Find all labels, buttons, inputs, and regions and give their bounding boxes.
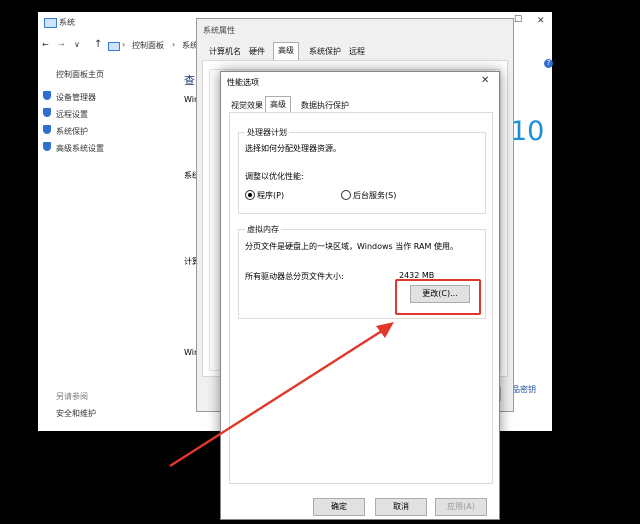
annotation-arrow	[169, 322, 394, 468]
